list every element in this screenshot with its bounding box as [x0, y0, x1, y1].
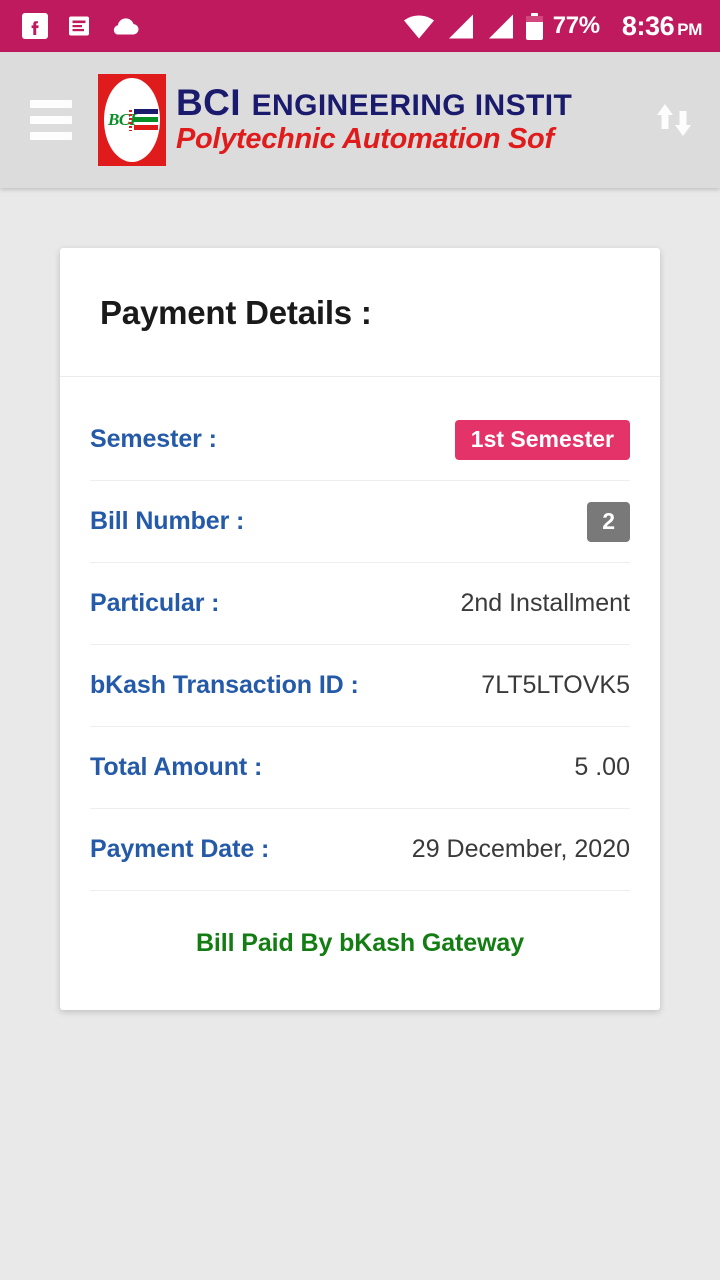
app-bar: BCI BCI ENGINEERING INSTIT Polytechnic A…: [0, 52, 720, 188]
clock-ampm: PM: [677, 19, 702, 39]
payment-details-list: Semester : 1st Semester Bill Number : 2 …: [60, 377, 660, 1010]
particular-value: 2nd Installment: [460, 589, 630, 617]
sort-up-down-icon[interactable]: [652, 96, 696, 144]
detail-row-bkash-transaction-id: bKash Transaction ID : 7LT5LTOVK5: [90, 645, 630, 727]
status-bar-system-icons: 77% 8:36 PM: [402, 11, 702, 42]
particular-label: Particular :: [90, 589, 220, 617]
detail-row-bill-number: Bill Number : 2: [90, 481, 630, 563]
message-icon: [69, 16, 89, 36]
facebook-icon: [22, 13, 48, 39]
total-amount-label: Total Amount :: [90, 753, 263, 781]
wifi-icon: [403, 15, 434, 38]
card-header: Payment Details :: [60, 248, 660, 377]
payment-details-card: Payment Details : Semester : 1st Semeste…: [60, 248, 660, 1010]
detail-row-total-amount: Total Amount : 5 .00: [90, 727, 630, 809]
signal-icon: [488, 14, 513, 38]
app-logo: BCI BCI ENGINEERING INSTIT Polytechnic A…: [98, 70, 638, 170]
bkash-transaction-id-label: bKash Transaction ID :: [90, 671, 359, 699]
cloud-icon: [113, 18, 139, 35]
content-area: Payment Details : Semester : 1st Semeste…: [12, 188, 708, 1280]
bill-number-label: Bill Number :: [90, 507, 245, 535]
bkash-transaction-id-value: 7LT5LTOVK5: [481, 671, 630, 699]
battery-icon: [525, 12, 543, 40]
payment-date-value: 29 December, 2020: [411, 835, 630, 863]
semester-label: Semester :: [90, 425, 217, 453]
hamburger-menu-icon[interactable]: [30, 100, 72, 140]
status-bar-notification-icons: [22, 13, 140, 39]
total-amount-value: 5 .00: [574, 753, 630, 781]
status-bar-clock: 8:36 PM: [621, 10, 703, 42]
page-body: Payment Details : Semester : 1st Semeste…: [0, 188, 720, 1280]
app-title: BCI ENGINEERING INSTIT: [176, 84, 572, 122]
app-logo-text: BCI ENGINEERING INSTIT Polytechnic Autom…: [176, 84, 572, 156]
detail-row-payment-date: Payment Date : 29 December, 2020: [90, 809, 630, 891]
page-title: Payment Details :: [100, 294, 372, 331]
payment-status-note: Bill Paid By bKash Gateway: [195, 929, 525, 957]
semester-badge: 1st Semester: [454, 419, 630, 460]
bill-number-badge: 2: [587, 501, 630, 542]
app-title-rest: ENGINEERING INSTIT: [251, 88, 573, 122]
clock-time: 8:36: [621, 10, 675, 41]
status-bar: 77% 8:36 PM: [0, 0, 720, 52]
signal-icon: [448, 14, 473, 38]
bci-logo-mark-icon: BCI: [98, 74, 166, 166]
detail-row-semester: Semester : 1st Semester: [90, 399, 630, 481]
app-title-main: BCI: [176, 83, 241, 123]
payment-date-label: Payment Date :: [90, 835, 270, 863]
detail-row-particular: Particular : 2nd Installment: [90, 563, 630, 645]
battery-percent-label: 77%: [552, 12, 600, 39]
app-subtitle: Polytechnic Automation Sof: [176, 123, 554, 156]
